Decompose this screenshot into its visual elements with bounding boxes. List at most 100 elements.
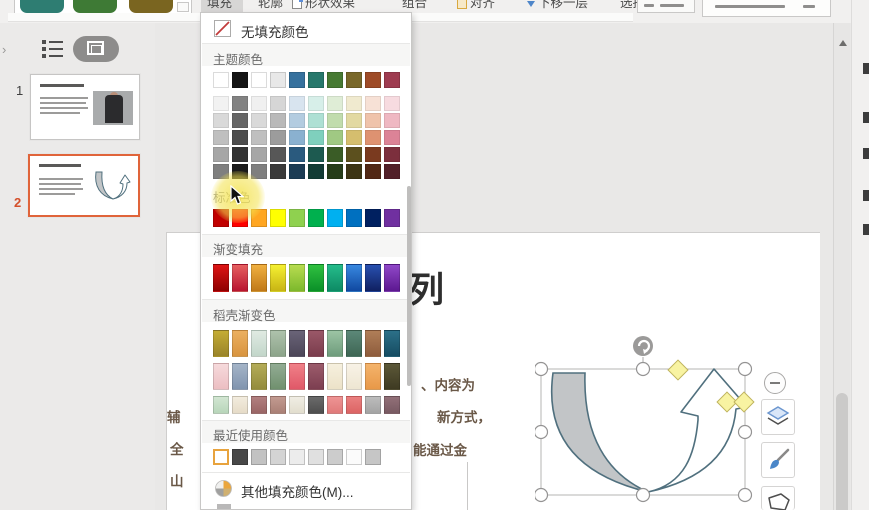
color-swatch[interactable] [251,396,267,414]
color-swatch[interactable] [365,164,381,179]
fill-button[interactable]: 填充 [207,0,232,12]
color-swatch[interactable] [365,147,381,162]
color-swatch[interactable] [384,396,400,414]
color-swatch[interactable] [384,264,400,292]
color-swatch[interactable] [308,96,324,111]
color-swatch[interactable] [365,96,381,111]
color-swatch[interactable] [384,147,400,162]
color-swatch[interactable] [232,363,248,390]
color-swatch[interactable] [289,330,305,357]
color-swatch[interactable] [213,449,229,465]
slide-thumbnail-1[interactable] [30,74,140,140]
color-swatch[interactable] [251,96,267,111]
color-swatch[interactable] [365,396,381,414]
color-swatch[interactable] [308,264,324,292]
dropdown-scrollbar-thumb[interactable] [407,186,411,386]
shape-button[interactable] [761,486,795,510]
layers-button[interactable] [761,399,795,435]
color-swatch[interactable] [365,449,381,465]
collapse-sidebar-icon[interactable]: › [2,42,6,57]
toolbar-extra-button[interactable] [637,0,695,13]
toolbar-pane-tab[interactable] [702,0,831,17]
color-swatch[interactable] [365,72,381,88]
color-swatch[interactable] [327,396,343,414]
color-swatch[interactable] [213,130,229,145]
color-swatch[interactable] [308,363,324,390]
color-swatch[interactable] [232,147,248,162]
color-swatch[interactable] [289,96,305,111]
thumbnail-view-icon[interactable] [73,36,119,62]
color-swatch[interactable] [213,363,229,390]
color-swatch[interactable] [289,396,305,414]
color-swatch[interactable] [308,330,324,357]
color-swatch[interactable] [308,130,324,145]
format-brush-button[interactable] [761,442,795,478]
color-swatch[interactable] [346,330,362,357]
color-swatch[interactable] [232,113,248,128]
curved-arrow-left-limb[interactable] [552,373,648,492]
color-swatch[interactable] [384,330,400,357]
align-button[interactable]: 对齐 [457,0,495,12]
color-swatch[interactable] [232,330,248,357]
color-swatch[interactable] [213,264,229,292]
color-swatch[interactable] [384,72,400,88]
color-swatch[interactable] [270,72,286,88]
color-swatch[interactable] [289,113,305,128]
color-swatch[interactable] [365,264,381,292]
color-swatch[interactable] [232,96,248,111]
color-swatch[interactable] [213,147,229,162]
selected-shape-group[interactable] [535,333,757,510]
shape-style-preset[interactable] [129,0,173,13]
color-swatch[interactable] [346,209,362,227]
color-swatch[interactable] [346,396,362,414]
shape-effects-button[interactable]: 形状效果 [292,0,355,12]
list-view-icon[interactable] [42,40,64,60]
color-swatch[interactable] [327,96,343,111]
gallery-more-button[interactable] [177,2,189,12]
color-swatch[interactable] [270,330,286,357]
color-swatch[interactable] [308,72,324,88]
color-swatch[interactable] [346,449,362,465]
move-down-button[interactable]: 下移一层 [527,0,588,12]
color-swatch[interactable] [251,72,267,88]
color-swatch[interactable] [270,113,286,128]
color-swatch[interactable] [346,264,362,292]
color-swatch[interactable] [270,449,286,465]
vertical-scrollbar-thumb[interactable] [836,393,848,510]
curved-arrow-right-limb[interactable] [648,369,747,492]
color-swatch[interactable] [346,96,362,111]
color-swatch[interactable] [365,113,381,128]
color-swatch[interactable] [270,96,286,111]
color-swatch[interactable] [327,363,343,390]
color-swatch[interactable] [251,363,267,390]
color-swatch[interactable] [327,264,343,292]
color-swatch[interactable] [384,209,400,227]
color-swatch[interactable] [213,113,229,128]
color-swatch[interactable] [232,449,248,465]
color-swatch[interactable] [308,164,324,179]
color-swatch[interactable] [270,164,286,179]
color-swatch[interactable] [289,209,305,227]
collapse-tools-button[interactable] [764,372,786,394]
color-swatch[interactable] [327,147,343,162]
color-swatch[interactable] [251,147,267,162]
color-swatch[interactable] [327,449,343,465]
color-swatch[interactable] [346,113,362,128]
color-swatch[interactable] [365,209,381,227]
shape-style-preset[interactable] [20,0,64,13]
color-swatch[interactable] [232,130,248,145]
color-swatch[interactable] [384,96,400,111]
color-swatch[interactable] [213,330,229,357]
more-fill-colors-item[interactable]: 其他填充颜色(M)... [201,477,411,501]
color-swatch[interactable] [327,113,343,128]
color-swatch[interactable] [346,72,362,88]
color-swatch[interactable] [308,449,324,465]
color-swatch[interactable] [213,72,229,88]
color-swatch[interactable] [308,147,324,162]
color-swatch[interactable] [251,330,267,357]
color-swatch[interactable] [232,72,248,88]
color-swatch[interactable] [289,72,305,88]
outline-button[interactable]: 轮廓 [258,0,283,12]
color-swatch[interactable] [232,396,248,414]
color-swatch[interactable] [384,363,400,390]
